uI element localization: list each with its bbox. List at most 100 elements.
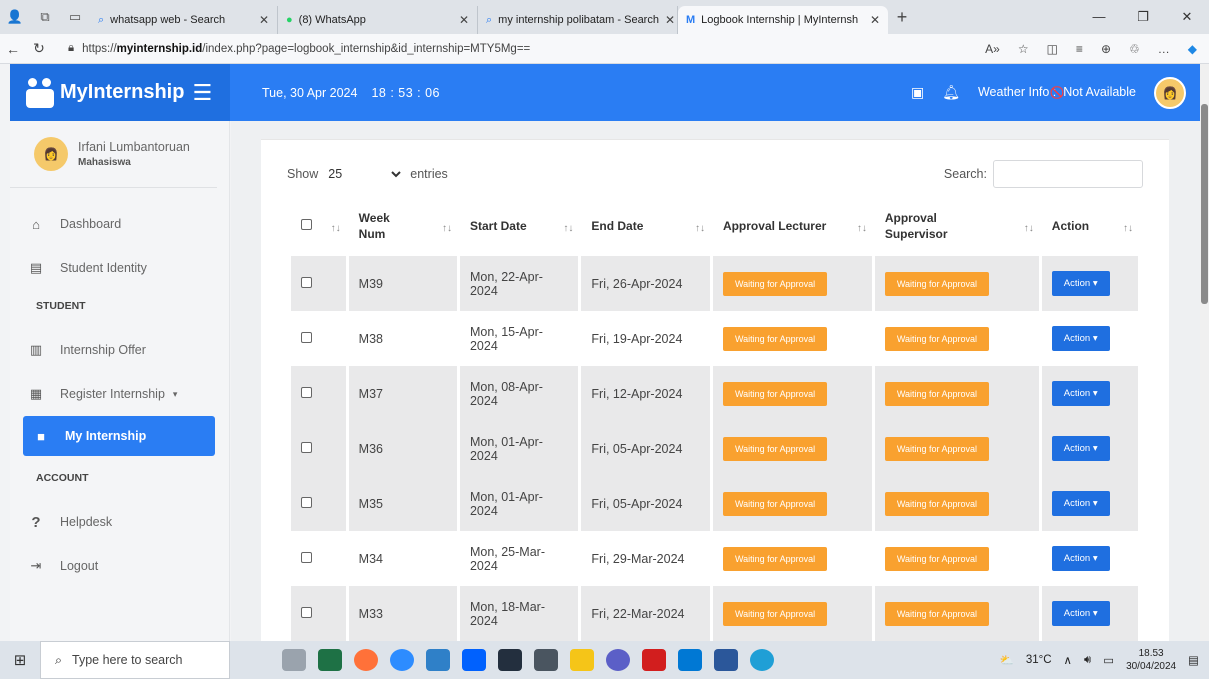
taskbar-clock[interactable]: 18.53 30/04/2024: [1126, 647, 1176, 673]
collections-icon[interactable]: ⊕: [1101, 42, 1111, 56]
taskbar-search[interactable]: ⌕ Type here to search: [40, 641, 230, 679]
sort-icon[interactable]: ↑↓: [331, 223, 341, 234]
restore-icon[interactable]: ❐: [1121, 9, 1165, 25]
row-checkbox[interactable]: [301, 276, 312, 288]
building-icon: ▥: [29, 342, 43, 357]
action-dropdown-button[interactable]: Action ▾: [1051, 436, 1110, 461]
status-badge: Waiting for Approval: [722, 436, 828, 461]
sort-icon[interactable]: ↑↓: [1123, 223, 1133, 234]
row-checkbox[interactable]: [301, 441, 312, 453]
sort-icon[interactable]: ↑↓: [563, 223, 573, 234]
close-tab-icon[interactable]: ✕: [665, 13, 675, 27]
entries-select[interactable]: 25: [324, 163, 405, 185]
action-dropdown-button[interactable]: Action ▾: [1051, 601, 1110, 626]
sidebar-item-register-internship[interactable]: ▦ Register Internship ▾: [10, 372, 229, 416]
file-explorer-icon[interactable]: [570, 649, 594, 671]
sort-icon[interactable]: ↑↓: [857, 223, 867, 234]
row-checkbox[interactable]: [301, 496, 312, 508]
back-icon[interactable]: ←: [0, 41, 26, 57]
bell-icon[interactable]: 🔔︎: [942, 84, 960, 101]
calendar-icon[interactable]: ▣: [911, 84, 924, 101]
sidebar-item-dashboard[interactable]: ⌂ Dashboard: [10, 202, 229, 246]
notifications-icon[interactable]: ▤: [1188, 653, 1199, 667]
column-week-num[interactable]: Week Num ↑↓: [349, 196, 460, 256]
favorites-icon[interactable]: ≡: [1076, 42, 1083, 56]
caret-down-icon: ▾: [1092, 553, 1098, 564]
split-screen-icon[interactable]: ◫: [1047, 42, 1058, 56]
avatar[interactable]: 👩: [1154, 76, 1186, 109]
action-dropdown-button[interactable]: Action ▾: [1051, 381, 1110, 406]
copilot-icon[interactable]: ◆: [1188, 42, 1197, 56]
browser-tab[interactable]: ⌕ whatsapp web - Search ✕: [90, 6, 278, 34]
sidebar-item-internship-offer[interactable]: ▥ Internship Offer: [10, 328, 229, 372]
word-icon[interactable]: [714, 649, 738, 671]
dropbox-icon[interactable]: [462, 649, 486, 671]
weather-icon[interactable]: ⛅: [999, 653, 1013, 667]
read-aloud-icon[interactable]: A»: [985, 42, 1000, 56]
profile-icon[interactable]: 👤: [0, 0, 30, 34]
new-tab-icon[interactable]: +: [888, 7, 916, 28]
row-checkbox[interactable]: [301, 551, 312, 563]
search-input[interactable]: [993, 160, 1143, 188]
sidebar-item-logout[interactable]: ⇥ Logout: [10, 544, 229, 588]
task-view-icon[interactable]: [282, 649, 306, 671]
browser-tab[interactable]: ● (8) WhatsApp ✕: [278, 6, 478, 34]
amazon-icon[interactable]: [498, 649, 522, 671]
browser-tab-active[interactable]: M Logbook Internship | MyInternsh ✕: [678, 6, 888, 34]
row-checkbox[interactable]: [301, 331, 312, 343]
column-start-date[interactable]: Start Date ↑↓: [460, 196, 581, 256]
scrollbar-thumb[interactable]: [1201, 104, 1208, 304]
extensions-icon[interactable]: ♲: [1129, 42, 1140, 56]
column-approval-lecturer[interactable]: Approval Lecturer ↑↓: [713, 196, 875, 256]
avatar[interactable]: 👩: [34, 137, 68, 171]
url-field[interactable]: 🔒︎ https://myinternship.id/index.php?pag…: [58, 37, 898, 61]
tab-actions-icon[interactable]: ▭: [60, 0, 90, 34]
zoom-icon[interactable]: [390, 649, 414, 671]
page-scrollbar[interactable]: [1200, 64, 1209, 641]
edge-icon[interactable]: [750, 649, 774, 671]
chevron-down-icon: ▾: [172, 388, 178, 399]
column-end-date[interactable]: End Date ↑↓: [581, 196, 713, 256]
store-icon[interactable]: [678, 649, 702, 671]
select-all-checkbox[interactable]: [301, 219, 312, 230]
windows-start-icon[interactable]: ⊞: [0, 651, 40, 669]
close-window-icon[interactable]: ✕: [1165, 9, 1209, 25]
close-tab-icon[interactable]: ✕: [459, 13, 469, 27]
close-tab-icon[interactable]: ✕: [870, 13, 880, 27]
more-icon[interactable]: …: [1158, 42, 1170, 56]
excel-icon[interactable]: [318, 649, 342, 671]
action-dropdown-button[interactable]: Action ▾: [1051, 271, 1110, 296]
action-dropdown-button[interactable]: Action ▾: [1051, 491, 1110, 516]
lecturer-approval-cell: Waiting for Approval: [712, 256, 875, 311]
column-approval-supervisor[interactable]: Approval Supervisor ↑↓: [875, 196, 1042, 256]
battery-icon[interactable]: ▭: [1103, 653, 1114, 667]
taskbar-weather[interactable]: 31°C: [1026, 654, 1052, 666]
sidebar-item-student-identity[interactable]: ▤ Student Identity: [10, 246, 229, 290]
brand-logo[interactable]: MyInternship ☰: [10, 64, 230, 121]
firefox-icon[interactable]: [354, 649, 378, 671]
browser-toolbar: A» ☆ ◫ ≡ ⊕ ♲ … ◆: [985, 42, 1209, 56]
app-icon[interactable]: [606, 649, 630, 671]
sort-icon[interactable]: ↑↓: [1024, 223, 1034, 234]
action-dropdown-button[interactable]: Action ▾: [1051, 326, 1110, 351]
sidebar-item-helpdesk[interactable]: ? Helpdesk: [10, 500, 229, 544]
workspaces-icon[interactable]: ⧉: [30, 0, 60, 34]
close-tab-icon[interactable]: ✕: [259, 13, 269, 27]
refresh-icon[interactable]: ↻: [26, 40, 52, 57]
favorite-star-icon[interactable]: ☆: [1018, 42, 1029, 56]
action-dropdown-button[interactable]: Action ▾: [1051, 546, 1110, 571]
sort-icon[interactable]: ↑↓: [442, 223, 452, 234]
acrobat-icon[interactable]: [642, 649, 666, 671]
calculator-icon[interactable]: [534, 649, 558, 671]
minimize-icon[interactable]: —: [1077, 9, 1121, 25]
column-action[interactable]: Action ↑↓: [1042, 196, 1141, 256]
browser-tab[interactable]: ⌕ my internship polibatam - Search ✕: [478, 6, 678, 34]
row-checkbox[interactable]: [301, 606, 312, 618]
sidebar-item-my-internship[interactable]: ■ My Internship: [23, 416, 215, 456]
sort-icon[interactable]: ↑↓: [695, 223, 705, 234]
show-hidden-icons-icon[interactable]: ∧: [1064, 653, 1072, 667]
volume-icon[interactable]: 🔊︎: [1084, 654, 1091, 667]
row-checkbox[interactable]: [301, 386, 312, 398]
mail-icon[interactable]: [426, 649, 450, 671]
hamburger-menu-icon[interactable]: ☰: [192, 80, 212, 106]
